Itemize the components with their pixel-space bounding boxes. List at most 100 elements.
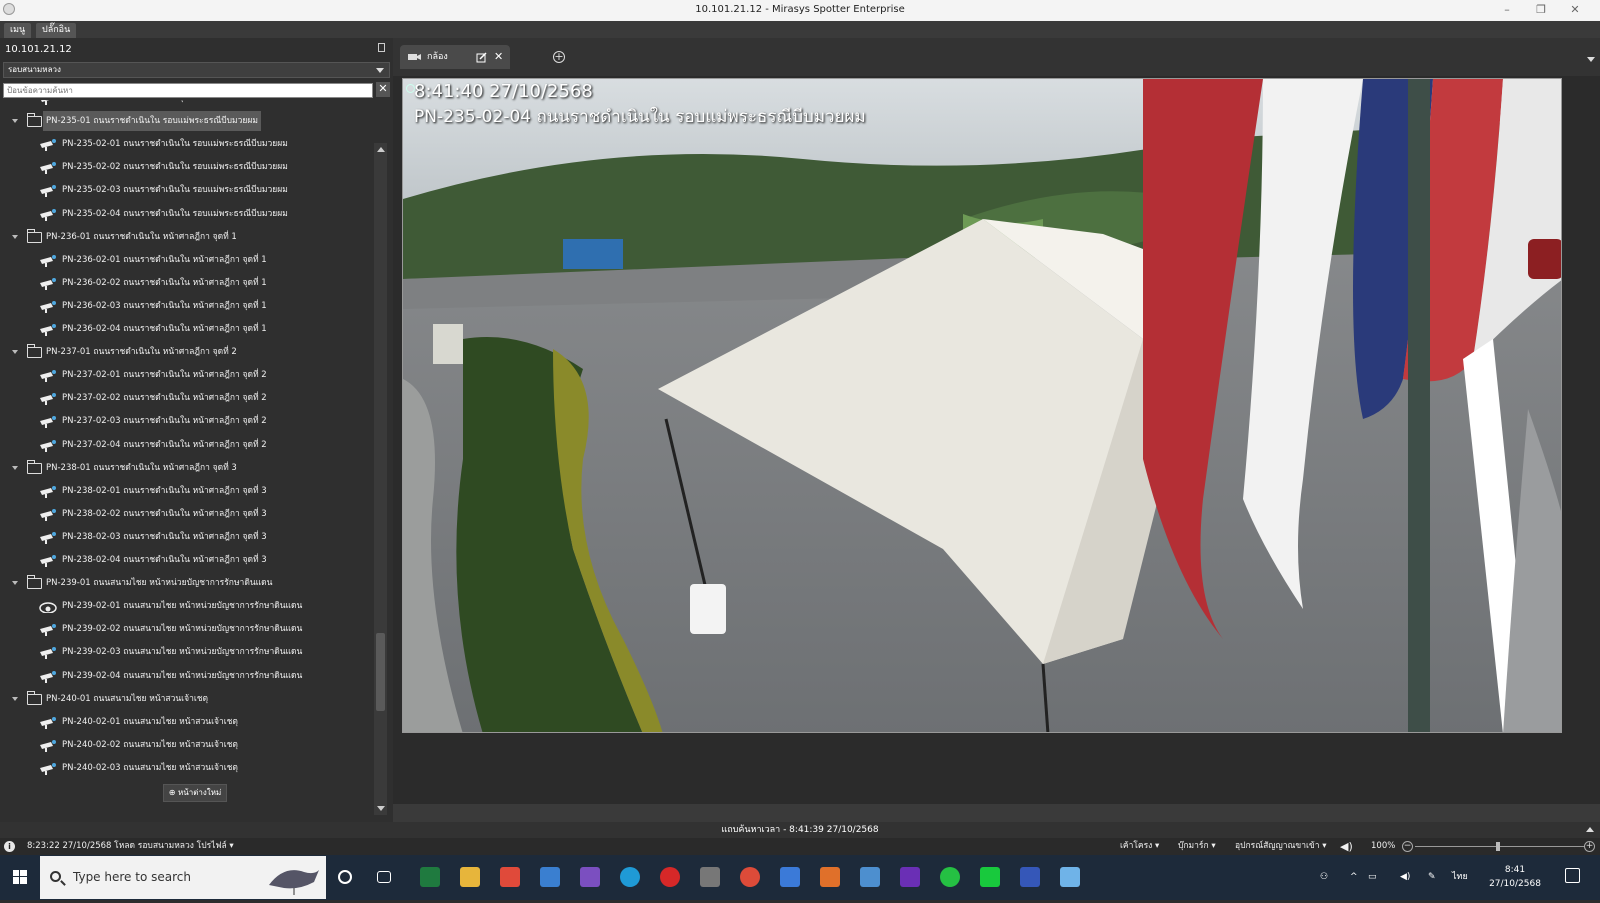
tree-camera-item[interactable]: PN-235-02-01 ถนนราชดำเนินใน รอบแม่พระธรณ… [3, 134, 375, 154]
pen-app-icon[interactable] [580, 867, 600, 887]
tab-menu-chevron-icon[interactable] [1587, 57, 1595, 62]
camera-icon [40, 370, 56, 383]
expand-triangle-icon[interactable] [12, 350, 18, 355]
tree-camera-item[interactable]: PN-234-02-04 ถนนพระจันทร์ จุดที่ 2 [3, 100, 375, 108]
language-indicator[interactable]: ไทย [1452, 855, 1468, 900]
tree-camera-item[interactable]: PN-235-02-03 ถนนราชดำเนินใน รอบแม่พระธรณ… [3, 180, 375, 200]
timeline-bar[interactable]: แถบค้นหาเวลา - 8:41:39 27/10/2568 [0, 822, 1600, 838]
expand-timeline-icon[interactable] [1586, 827, 1594, 832]
add-tab-button[interactable]: + [553, 51, 565, 63]
office-icon[interactable] [820, 867, 840, 887]
tree-camera-item[interactable]: PN-239-02-01 ถนนสนามไชย หน้าหน่วยบัญชากา… [3, 596, 375, 616]
notification-icon[interactable] [1565, 868, 1580, 883]
tab-camera[interactable]: กล้อง ✕ [400, 45, 510, 69]
close-window-button[interactable]: ✕ [1558, 0, 1592, 21]
input-devices-menu[interactable]: อุปกรณ์สัญญาณขาเข้า ▾ [1235, 838, 1326, 855]
tree-folder-item[interactable]: PN-236-01 ถนนราชดำเนินใน หน้าศาลฎีกา จุด… [3, 227, 375, 247]
mirasys-app-icon[interactable] [700, 867, 720, 887]
menu-item-menu[interactable]: เมนู [4, 23, 32, 38]
tree-folder-item[interactable]: PN-240-01 ถนนสนามไชย หน้าสวนเจ้าเชตุ [3, 689, 375, 709]
expand-triangle-icon[interactable] [12, 581, 18, 586]
tree-camera-item[interactable]: PN-236-02-02 ถนนราชดำเนินใน หน้าศาลฎีกา … [3, 273, 375, 293]
notepad-icon[interactable] [1060, 867, 1080, 887]
whatsapp-icon[interactable] [940, 867, 960, 887]
file-explorer-icon[interactable] [460, 867, 480, 887]
tree-camera-item[interactable]: PN-236-02-03 ถนนราชดำเนินใน หน้าศาลฎีกา … [3, 296, 375, 316]
tree-item-label: PN-236-02-02 ถนนราชดำเนินใน หน้าศาลฎีกา … [62, 277, 267, 288]
tree-camera-item[interactable]: PN-240-02-01 ถนนสนามไชย หน้าสวนเจ้าเชตุ [3, 712, 375, 732]
cortana-icon[interactable] [338, 870, 352, 884]
tree-camera-item[interactable]: PN-238-02-02 ถนนราชดำเนินใน หน้าศาลฎีกา … [3, 504, 375, 524]
remote-desktop-icon[interactable] [1020, 867, 1040, 887]
menu-item-plugins[interactable]: ปลั๊กอิน [36, 23, 77, 38]
speaker-icon[interactable]: ◀) [1340, 838, 1353, 855]
search-input[interactable] [3, 83, 373, 98]
minimize-button[interactable]: – [1490, 0, 1524, 21]
zoom-out-icon[interactable]: − [1402, 841, 1413, 852]
folder-icon [27, 575, 42, 590]
chrome-icon[interactable] [740, 867, 760, 887]
tree-camera-item[interactable]: PN-239-02-04 ถนนสนามไชย หน้าหน่วยบัญชากา… [3, 666, 375, 686]
ptz-camera-icon [39, 602, 57, 614]
tree-camera-item[interactable]: PN-236-02-01 ถนนราชดำเนินใน หน้าศาลฎีกา … [3, 250, 375, 270]
tree-camera-item[interactable]: PN-240-02-02 ถนนสนามไชย หน้าสวนเจ้าเชตุ [3, 735, 375, 755]
pin-icon[interactable] [378, 43, 385, 52]
folder-sync-icon[interactable] [860, 867, 880, 887]
pen-workspace-icon[interactable]: ✎ [1428, 855, 1436, 900]
camera-video-feed[interactable]: 8:41:40 27/10/2568 PN-235-02-04 ถนนราชดำ… [402, 78, 1562, 733]
tree-camera-item[interactable]: PN-237-02-02 ถนนราชดำเนินใน หน้าศาลฎีกา … [3, 388, 375, 408]
excel-icon[interactable] [420, 867, 440, 887]
maximize-button[interactable]: ❐ [1524, 0, 1558, 21]
people-icon[interactable]: ⚇ [1320, 855, 1328, 900]
zoom-in-icon[interactable]: + [1584, 841, 1595, 852]
tree-folder-item[interactable]: PN-238-01 ถนนราชดำเนินใน หน้าศาลฎีกา จุด… [3, 458, 375, 478]
close-tab-icon[interactable]: ✕ [494, 45, 503, 69]
yahoo-icon[interactable] [900, 867, 920, 887]
tree-camera-item[interactable]: PN-240-02-03 ถนนสนามไชย หน้าสวนเจ้าเชตุ [3, 758, 375, 778]
taskbar-clock[interactable]: 8:41 27/10/2568 [1485, 863, 1545, 891]
tree-camera-item[interactable]: PN-239-02-03 ถนนสนามไชย หน้าหน่วยบัญชากา… [3, 642, 375, 662]
expand-triangle-icon[interactable] [12, 465, 18, 470]
d-app-icon[interactable] [660, 867, 680, 887]
tree-camera-item[interactable]: PN-238-02-03 ถนนราชดำเนินใน หน้าศาลฎีกา … [3, 527, 375, 547]
tree-folder-item[interactable]: PN-237-01 ถนนราชดำเนินใน หน้าศาลฎีกา จุด… [3, 342, 375, 362]
network-icon[interactable]: ▭ [1368, 855, 1377, 900]
clear-search-button[interactable]: ✕ [376, 82, 390, 97]
expand-triangle-icon[interactable] [12, 696, 18, 701]
zoom-slider-handle[interactable] [1496, 842, 1500, 851]
tree-camera-item[interactable]: PN-236-02-04 ถนนราชดำเนินใน หน้าศาลฎีกา … [3, 319, 375, 339]
add-page-button[interactable]: ⊕ หน้าต่างใหม่ [163, 784, 227, 802]
view-dropdown[interactable]: รอบสนามหลวง [3, 62, 390, 78]
store-icon[interactable] [780, 867, 800, 887]
tree-camera-item[interactable]: PN-237-02-03 ถนนราชดำเนินใน หน้าศาลฎีกา … [3, 411, 375, 431]
tree-camera-item[interactable]: PN-235-02-04 ถนนราชดำเนินใน รอบแม่พระธรณ… [3, 204, 375, 224]
bookmark-menu[interactable]: บุ๊กมาร์ก ▾ [1178, 838, 1216, 855]
expand-triangle-icon[interactable] [12, 119, 18, 124]
layout-menu[interactable]: เค้าโครง ▾ [1120, 838, 1159, 855]
zoom-slider-track[interactable] [1415, 846, 1585, 847]
start-button[interactable] [0, 855, 40, 900]
volume-icon[interactable]: ◀) [1400, 855, 1410, 900]
tree-camera-item[interactable]: PN-239-02-02 ถนนสนามไชย หน้าหน่วยบัญชากา… [3, 619, 375, 639]
tree-camera-item[interactable]: PN-237-02-04 ถนนราชดำเนินใน หน้าศาลฎีกา … [3, 435, 375, 455]
edge-icon[interactable] [620, 867, 640, 887]
mail-icon[interactable] [540, 867, 560, 887]
tray-chevron-icon[interactable]: ^ [1350, 855, 1358, 900]
tree-camera-item[interactable]: PN-238-02-04 ถนนราชดำเนินใน หน้าศาลฎีกา … [3, 550, 375, 570]
scroll-thumb[interactable] [376, 633, 385, 711]
tree-camera-item[interactable]: PN-235-02-02 ถนนราชดำเนินใน รอบแม่พระธรณ… [3, 157, 375, 177]
task-view-icon[interactable] [377, 871, 391, 883]
taskbar-search-box[interactable]: Type here to search [40, 856, 326, 899]
status-message[interactable]: 8:23:22 27/10/2568 โหลด รอบสนามหลวง โปรไ… [27, 838, 234, 855]
scroll-down-icon[interactable] [377, 806, 385, 811]
scroll-up-icon[interactable] [377, 147, 385, 152]
edit-icon[interactable] [476, 52, 487, 63]
expand-triangle-icon[interactable] [12, 234, 18, 239]
tree-folder-item[interactable]: PN-235-01 ถนนราชดำเนินใน รอบแม่พระธรณีบี… [3, 111, 375, 132]
anydesk-icon[interactable] [500, 867, 520, 887]
tree-camera-item[interactable]: PN-237-02-01 ถนนราชดำเนินใน หน้าศาลฎีกา … [3, 365, 375, 385]
tree-camera-item[interactable]: PN-238-02-01 ถนนราชดำเนินใน หน้าศาลฎีกา … [3, 481, 375, 501]
line-icon[interactable] [980, 867, 1000, 887]
tree-folder-item[interactable]: PN-239-01 ถนนสนามไชย หน้าหน่วยบัญชาการรั… [3, 573, 375, 593]
tree-scrollbar[interactable] [374, 143, 387, 815]
